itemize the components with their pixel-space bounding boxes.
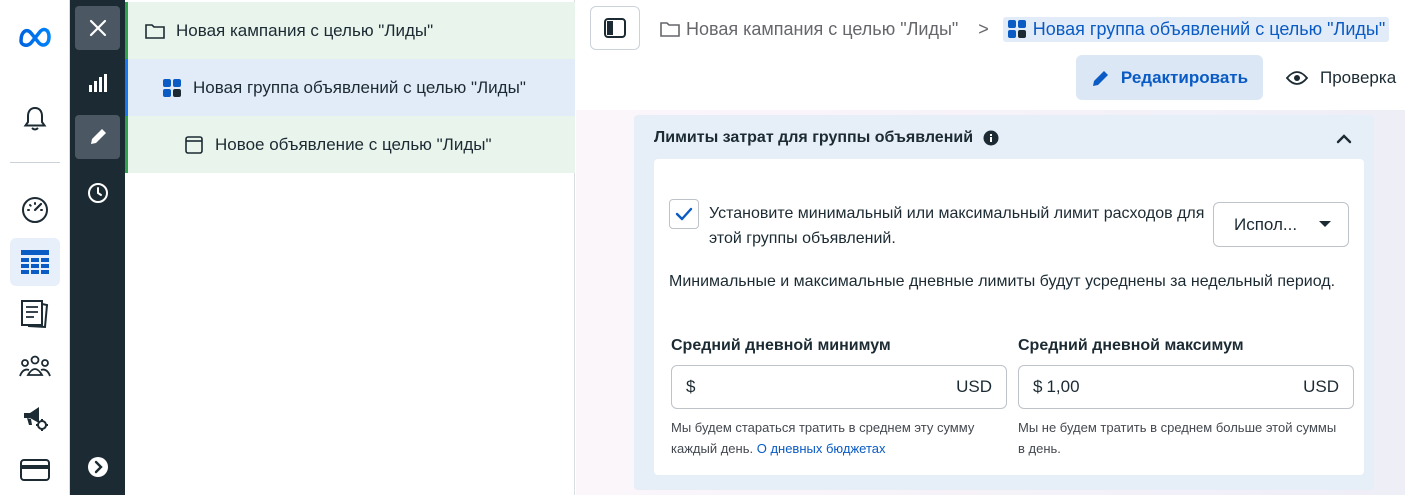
ad-window-icon [183,134,205,156]
spend-limits-card: Установите минимальный или максимальный … [654,159,1364,475]
bell-icon [23,106,47,131]
max-currency-unit: USD [1303,377,1339,396]
main-nav [0,0,70,495]
review-button[interactable]: Проверка [1286,55,1396,100]
caret-down-icon [1319,221,1331,227]
daily-min-input[interactable] [699,377,900,397]
tree-item-adset-label: Новая группа объявлений с целью "Лиды" [193,77,526,97]
billing-button[interactable] [10,446,60,494]
people-icon [19,355,51,377]
max-field-hint: Мы не будем тратить в среднем больше это… [1018,420,1337,456]
edit-button-label: Редактировать [1120,67,1249,87]
checkmark-icon [675,207,693,221]
breadcrumb: Новая кампания с целью "Лиды" > Новая гр… [660,14,1390,44]
breadcrumb-current[interactable]: Новая группа объявлений с целью "Лиды" [1002,16,1390,42]
bar-chart-icon [88,74,107,92]
folder-icon [144,20,166,42]
max-field-label: Средний дневной максимум [1018,337,1244,354]
tree-item-ad-label: Новое объявление с целью "Лиды" [215,134,492,154]
folder-icon [660,21,680,37]
tree-item-adset[interactable]: Новая группа объявлений с целью "Лиды" [125,59,575,116]
ad-settings-button[interactable] [10,394,60,442]
daily-max-field[interactable]: $ USD [1018,365,1354,409]
sidebar-toggle-icon [604,18,626,38]
review-button-label: Проверка [1320,67,1397,87]
meta-logo-icon [19,27,51,47]
pencil-icon [90,129,106,144]
breadcrumb-campaign[interactable]: Новая кампания с целью "Лиды" [660,19,958,40]
breadcrumb-current-label: Новая группа объявлений с целью "Лиды" [1032,18,1386,39]
limit-type-select-value: Испол... [1234,214,1298,234]
section-title-text: Лимиты затрат для группы объявлений [654,129,974,146]
history-button[interactable] [75,171,120,215]
daily-min-field[interactable]: $ USD [671,365,1007,409]
tree-item-ad[interactable]: Новое объявление с целью "Лиды" [125,116,575,173]
spend-limit-checkbox[interactable] [669,199,699,229]
credit-card-icon [20,459,50,481]
nav-divider [10,162,60,163]
eye-icon [1286,70,1308,85]
max-currency-symbol: $ [1033,377,1043,396]
collapse-button[interactable] [1332,127,1356,151]
adset-grid-icon [161,77,183,99]
chevron-up-icon [1336,134,1352,144]
ads-manager-window: Новая кампания с целью "Лиды" Новая груп… [0,0,1405,495]
spend-limits-section: Лимиты затрат для группы объявлений Уста… [634,115,1374,490]
panel-toggle-button[interactable] [590,6,640,50]
min-currency-unit: USD [956,377,992,396]
min-field-hint: Мы будем стараться тратить в среднем эту… [671,417,991,459]
table-icon [21,250,49,274]
close-button[interactable] [75,6,120,50]
clock-icon [87,183,108,203]
pages-icon [21,300,49,329]
meta-logo[interactable] [10,12,60,60]
close-icon [89,19,106,37]
audiences-button[interactable] [10,342,60,390]
chevron-right-circle-icon [87,457,108,477]
megaphone-gear-icon [24,407,48,431]
account-overview-button[interactable] [10,186,60,234]
tree-item-campaign-label: Новая кампания с целью "Лиды" [176,20,434,40]
tool-strip [70,0,125,495]
min-currency-symbol: $ [686,377,696,396]
adset-grid-icon [1007,19,1027,39]
spend-limit-checkbox-label: Установите минимальный или максимальный … [709,205,1205,247]
campaigns-button[interactable] [10,238,60,286]
notifications-button[interactable] [10,95,60,143]
section-title: Лимиты затрат для группы объявлений [654,129,999,147]
daily-max-input[interactable] [1046,377,1247,397]
expand-button[interactable] [75,445,120,489]
main-area: Новая кампания с целью "Лиды" > Новая гр… [576,0,1405,495]
limit-type-select[interactable]: Испол... [1213,202,1349,247]
min-field-label: Средний дневной минимум [671,337,891,354]
daily-budget-link[interactable]: О дневных бюджетах [757,441,886,456]
breadcrumb-separator: > [978,18,989,39]
breadcrumb-campaign-label: Новая кампания с целью "Лиды" [686,18,959,39]
edit-mode-button[interactable] [75,115,120,159]
pencil-icon [1092,70,1108,86]
reports-button[interactable] [10,290,60,338]
edit-button[interactable]: Редактировать [1076,55,1263,100]
tree-item-campaign[interactable]: Новая кампания с целью "Лиды" [125,2,575,59]
structure-tree: Новая кампания с целью "Лиды" Новая груп… [125,0,575,495]
charts-button[interactable] [75,61,120,105]
weekly-average-note: Минимальные и максимальные дневные лимит… [669,273,1336,290]
info-icon[interactable] [983,130,999,146]
gauge-icon [22,197,48,223]
